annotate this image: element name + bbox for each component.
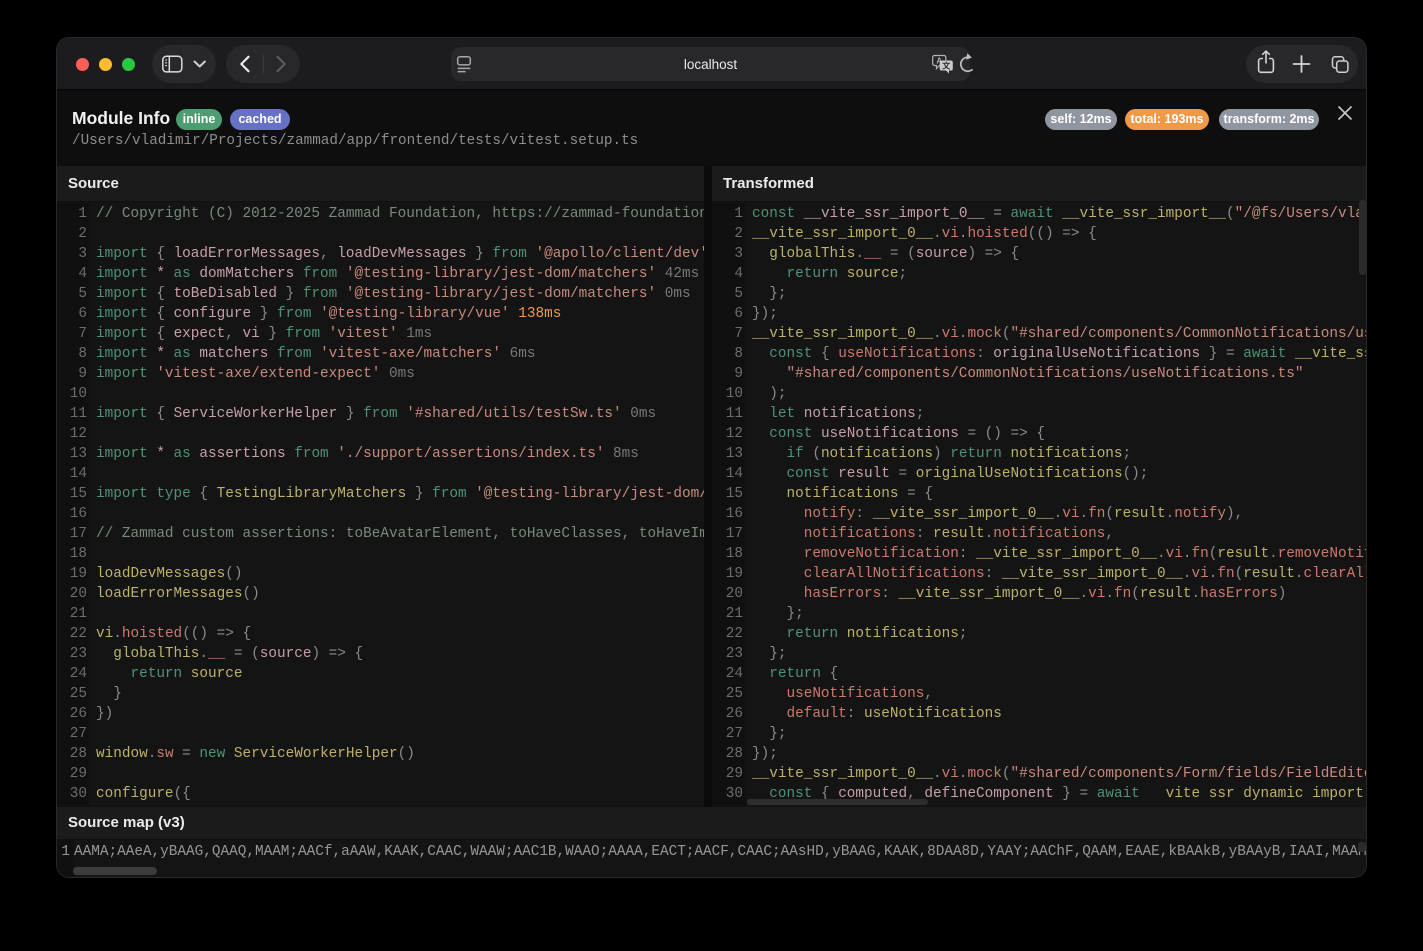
svg-text:文: 文 bbox=[942, 61, 951, 71]
